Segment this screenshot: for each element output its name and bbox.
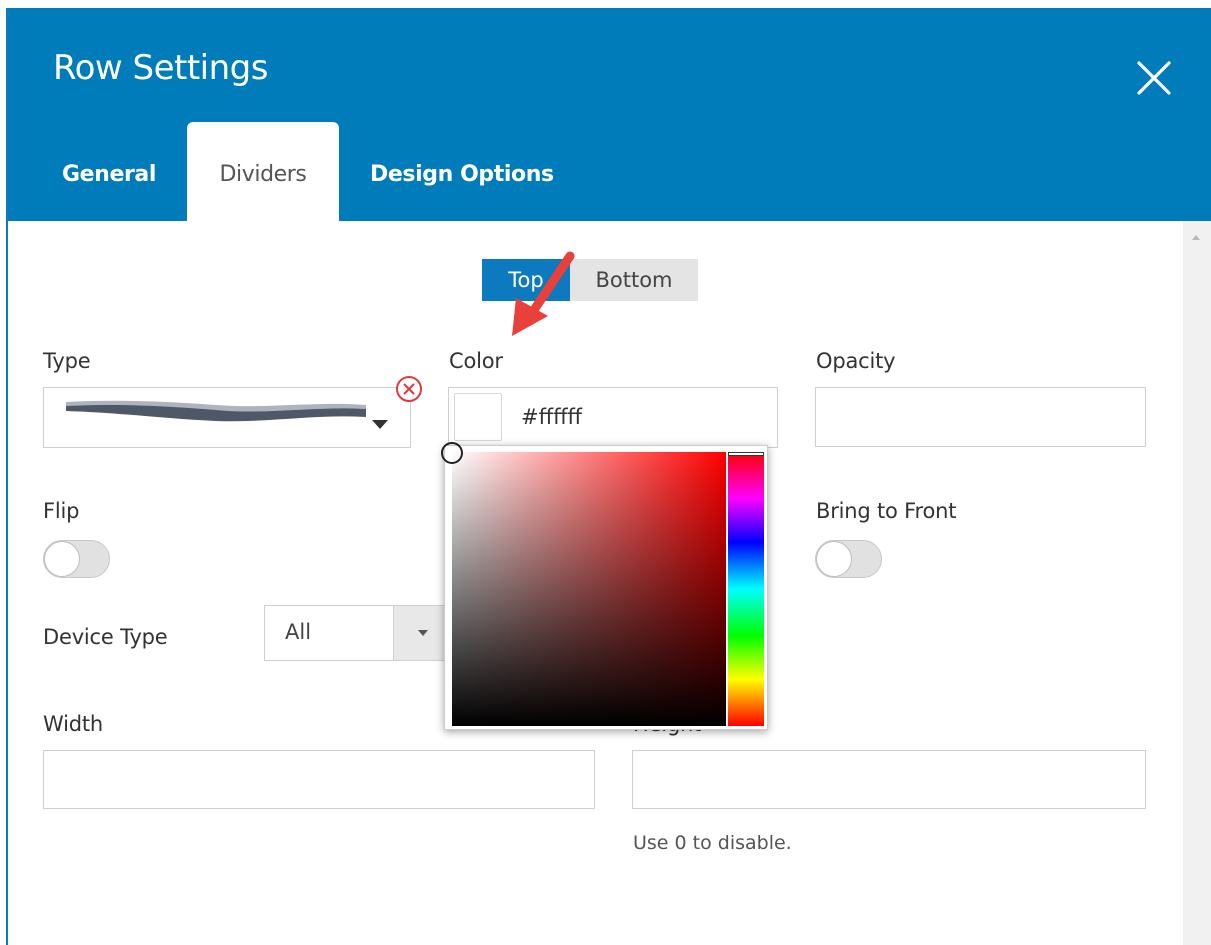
color-label: Color: [449, 349, 503, 373]
bring-to-front-toggle[interactable]: [815, 540, 882, 578]
height-input[interactable]: [632, 750, 1146, 809]
color-value: #ffffff: [521, 405, 583, 429]
color-field[interactable]: #ffffff: [448, 387, 778, 448]
width-input[interactable]: [43, 750, 595, 809]
bring-to-front-label: Bring to Front: [816, 499, 957, 523]
hue-slider-handle[interactable]: [728, 452, 764, 456]
flip-label: Flip: [43, 499, 80, 523]
toggle-knob: [817, 542, 851, 576]
dialog-title: Row Settings: [53, 48, 268, 88]
device-type-value: All: [285, 620, 312, 644]
toggle-knob: [45, 542, 79, 576]
caret-down-icon: [372, 420, 388, 429]
tab-design-options[interactable]: Design Options: [370, 152, 554, 221]
clear-circle-x-icon: [396, 376, 422, 402]
hue-slider[interactable]: [728, 452, 764, 726]
color-picker-handle[interactable]: [441, 442, 463, 464]
left-border: [0, 8, 8, 945]
device-type-select[interactable]: All: [264, 605, 455, 661]
scrollbar[interactable]: [1183, 221, 1211, 945]
height-help-text: Use 0 to disable.: [633, 832, 792, 854]
position-toggle: Top Bottom: [482, 259, 698, 301]
top-toggle-button[interactable]: Top: [482, 259, 570, 301]
bottom-toggle-button[interactable]: Bottom: [570, 259, 698, 301]
caret-down-icon: [418, 630, 428, 636]
device-type-label: Device Type: [43, 625, 168, 649]
clear-type-button[interactable]: [394, 374, 424, 404]
width-label: Width: [43, 712, 104, 736]
scroll-up-arrow-icon[interactable]: [1192, 235, 1200, 240]
top-border: [0, 0, 1211, 8]
flip-toggle[interactable]: [43, 540, 110, 578]
opacity-input[interactable]: [815, 387, 1146, 447]
tab-dividers[interactable]: Dividers: [187, 122, 339, 221]
opacity-label: Opacity: [816, 349, 896, 373]
close-button[interactable]: [1136, 60, 1172, 96]
wave-divider-preview-icon: [66, 400, 366, 422]
divider-type-select[interactable]: [43, 387, 411, 448]
color-picker-popup: [444, 445, 768, 730]
tab-general[interactable]: General: [62, 152, 156, 221]
saturation-brightness-area[interactable]: [452, 452, 726, 726]
close-icon: [1137, 61, 1171, 95]
type-label: Type: [43, 349, 91, 373]
color-swatch[interactable]: [454, 393, 502, 441]
